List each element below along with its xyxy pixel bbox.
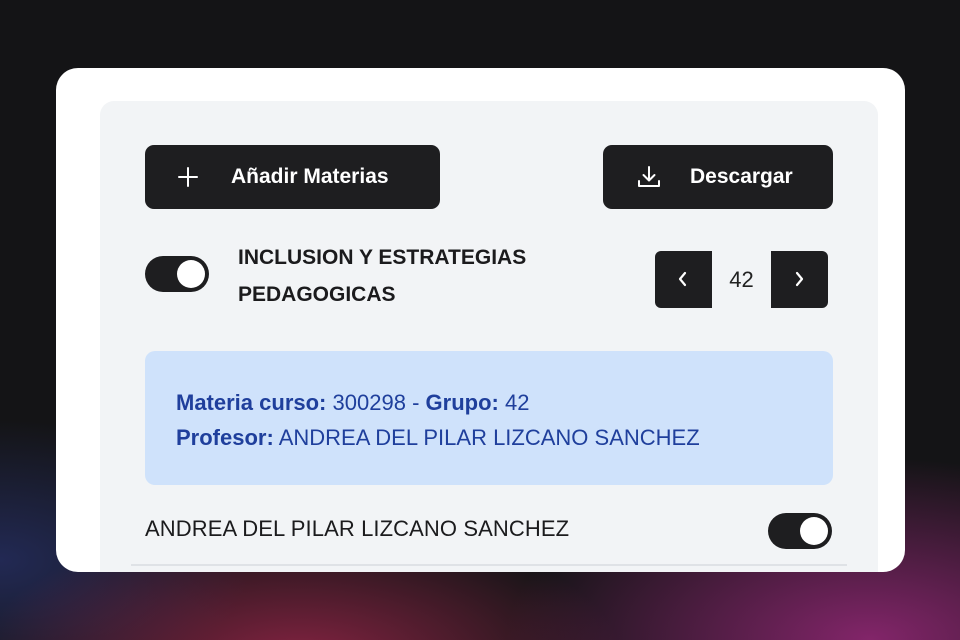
toggle-knob [177, 260, 205, 288]
materia-value: 300298 [332, 390, 406, 415]
pager-prev-button[interactable] [655, 251, 712, 308]
course-title: INCLUSION Y ESTRATEGIAS PEDAGOGICAS [238, 246, 527, 306]
add-subjects-label: Añadir Materias [231, 165, 389, 188]
plus-icon [175, 164, 201, 190]
course-panel: Añadir Materias Descargar INCLUSION Y ES… [100, 101, 878, 572]
profesor-value: ANDREA DEL PILAR LIZCANO SANCHEZ [278, 425, 700, 450]
download-icon [635, 163, 663, 191]
course-info-line: Materia curso: 300298 - Grupo: 42 [176, 385, 802, 420]
course-info-box: Materia curso: 300298 - Grupo: 42 Profes… [145, 351, 833, 485]
teacher-row-name: ANDREA DEL PILAR LIZCANO SANCHEZ [145, 516, 570, 541]
profesor-label: Profesor: [176, 425, 274, 450]
modal-card: Añadir Materias Descargar INCLUSION Y ES… [56, 68, 905, 572]
chevron-left-icon [678, 271, 687, 287]
toggle-knob [800, 517, 828, 545]
grupo-label: Grupo: [425, 390, 499, 415]
course-toggle[interactable] [145, 256, 209, 292]
professor-info-line: Profesor: ANDREA DEL PILAR LIZCANO SANCH… [176, 420, 802, 455]
download-label: Descargar [690, 165, 793, 188]
info-separator: - [412, 390, 420, 415]
pager-next-button[interactable] [771, 251, 828, 308]
pager-value: 42 [729, 266, 754, 292]
row-divider [131, 564, 847, 566]
add-subjects-button[interactable]: Añadir Materias [145, 145, 440, 209]
download-button[interactable]: Descargar [603, 145, 833, 209]
grupo-value: 42 [504, 390, 530, 415]
materia-label: Materia curso: [176, 390, 327, 415]
chevron-right-icon [795, 271, 804, 287]
teacher-row-toggle[interactable] [768, 513, 832, 549]
